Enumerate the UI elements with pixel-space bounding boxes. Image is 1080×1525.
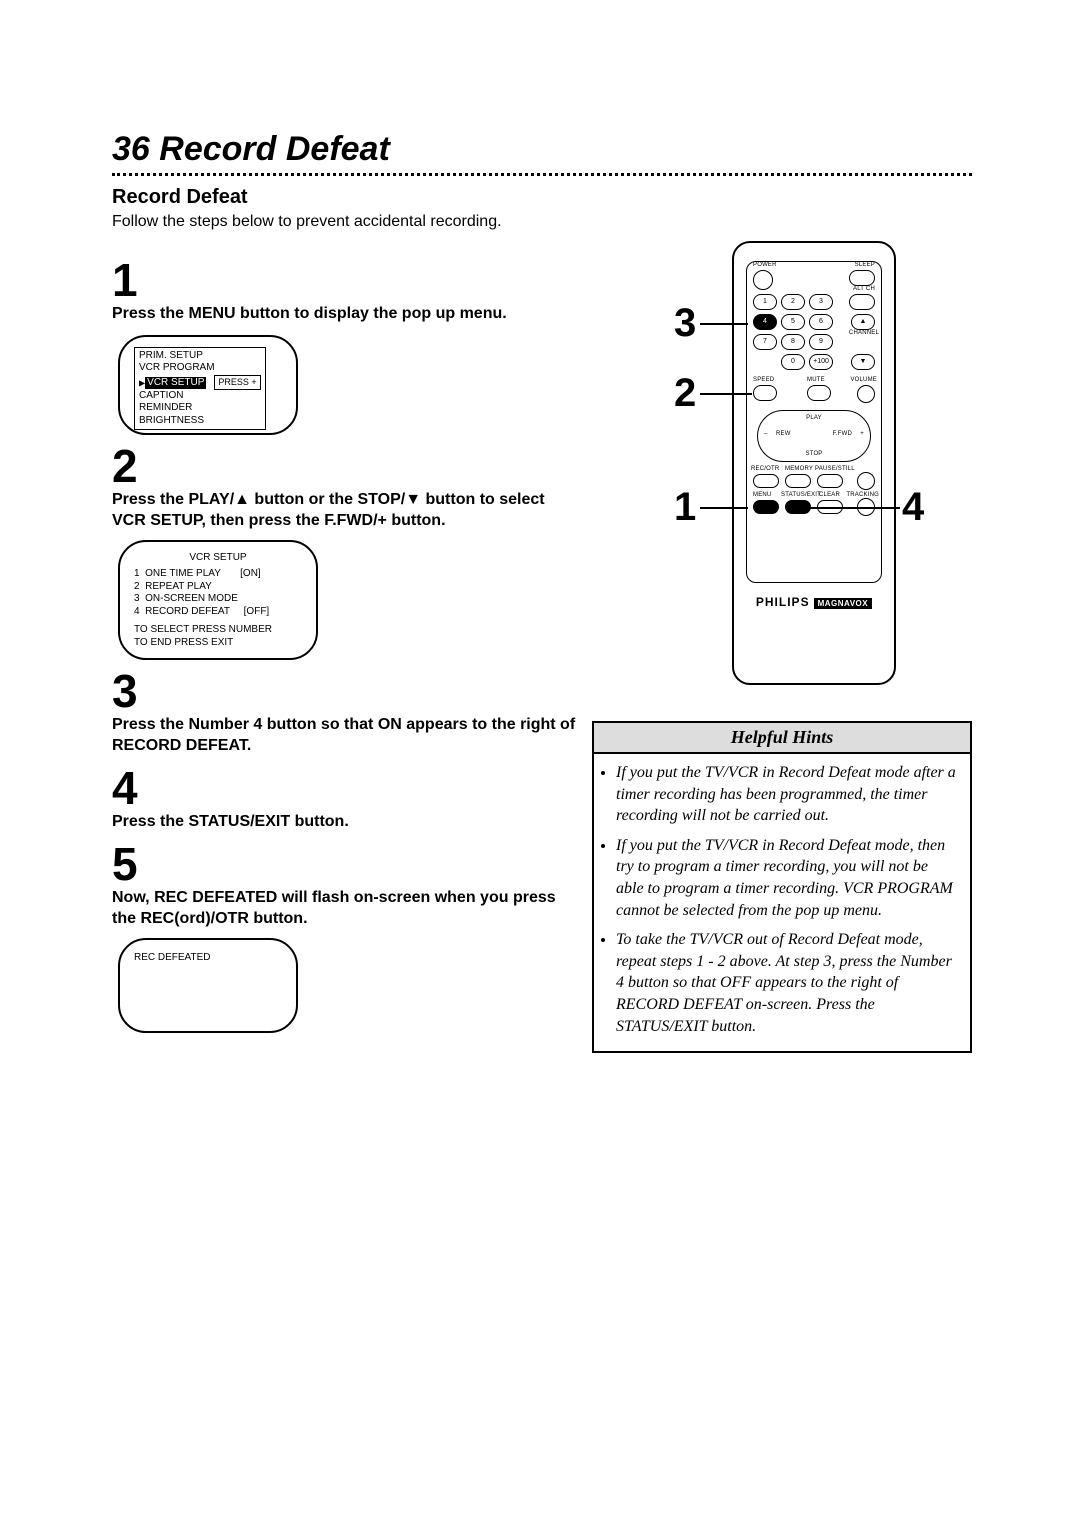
num-7-button[interactable]: 7 <box>753 334 777 350</box>
pausestill-button[interactable] <box>817 474 843 488</box>
sleep-button[interactable] <box>849 270 875 286</box>
num-1-button[interactable]: 1 <box>753 294 777 310</box>
step-5-number: 5 <box>112 841 582 887</box>
channel-up-button[interactable]: ▲ <box>851 314 875 330</box>
menu-item-selected: VCR SETUP <box>145 377 206 390</box>
label-menu: MENU <box>753 492 771 498</box>
mute-button[interactable] <box>807 385 831 401</box>
lead-line <box>700 323 748 325</box>
step-3-number: 3 <box>112 668 582 714</box>
section-heading: Record Defeat <box>112 186 972 209</box>
label-stop: STOP <box>805 451 822 457</box>
step-2-number: 2 <box>112 443 582 489</box>
tv2-row: 3 ON-SCREEN MODE <box>134 593 302 606</box>
num-8-button[interactable]: 8 <box>781 334 805 350</box>
label-power: POWER <box>753 262 777 268</box>
tv2-footer: TO END PRESS EXIT <box>134 637 302 650</box>
memory-button[interactable] <box>785 474 811 488</box>
label-ffwd: F.FWD <box>833 431 852 437</box>
remote-control-illustration: POWER SLEEP ALT CH 1 2 3 4 5 6 ▲ 7 8 9 C… <box>732 241 896 685</box>
page-title: 36 Record Defeat <box>112 130 972 169</box>
num-2-button[interactable]: 2 <box>781 294 805 310</box>
menu-item: VCR PROGRAM <box>139 362 261 375</box>
label-statusexit: STATUS/EXIT <box>781 492 821 498</box>
step-4-number: 4 <box>112 765 582 811</box>
label-memory: MEMORY <box>785 466 813 472</box>
lead-line <box>700 393 752 395</box>
hint-item: If you put the TV/VCR in Record Defeat m… <box>616 835 956 921</box>
label-pausestill: PAUSE/STILL <box>815 466 855 472</box>
step-1-number: 1 <box>112 257 582 303</box>
num-6-button[interactable]: 6 <box>809 314 833 330</box>
menu-item: REMINDER <box>139 402 261 415</box>
hint-item: If you put the TV/VCR in Record Defeat m… <box>616 762 956 827</box>
plus100-button[interactable]: +100 <box>809 354 833 370</box>
callout-2: 2 <box>674 371 696 416</box>
label-sleep: SLEEP <box>855 262 875 268</box>
menu-item: BRIGHTNESS <box>139 415 261 428</box>
recotr-button[interactable] <box>753 474 779 488</box>
label-speed: SPEED <box>753 377 774 383</box>
title-separator <box>112 173 972 176</box>
power-button[interactable] <box>753 270 773 290</box>
tv-screen-rec-defeated: REC DEFEATED <box>118 938 298 1033</box>
label-tracking: TRACKING <box>846 492 879 498</box>
num-4-button[interactable]: 4 <box>753 314 777 330</box>
altch-button[interactable] <box>849 294 875 310</box>
label-plus: + <box>860 431 864 437</box>
menu-item: PRIM. SETUP <box>139 350 261 363</box>
num-5-button[interactable]: 5 <box>781 314 805 330</box>
label-play: PLAY <box>806 415 822 421</box>
label-reset: CLEAR <box>819 492 840 498</box>
step-2-text: Press the PLAY/▲ button or the STOP/▼ bu… <box>112 489 582 532</box>
label-recotr: REC/OTR <box>751 466 779 472</box>
brand-magnavox: MAGNAVOX <box>814 598 873 609</box>
remote-brand: PHILIPS MAGNAVOX <box>734 595 894 609</box>
tv-screen-vcr-setup: VCR SETUP 1 ONE TIME PLAY [ON] 2 REPEAT … <box>118 540 318 660</box>
num-9-button[interactable]: 9 <box>809 334 833 350</box>
step-3-text: Press the Number 4 button so that ON app… <box>112 714 582 757</box>
num-3-button[interactable]: 3 <box>809 294 833 310</box>
label-channel: CHANNEL <box>849 330 879 336</box>
label-rew: REW <box>776 431 791 437</box>
label-altch: ALT CH <box>853 286 875 292</box>
callout-1: 1 <box>674 485 696 530</box>
brand-philips: PHILIPS <box>756 595 810 609</box>
menu-item: CAPTION <box>139 390 261 403</box>
speed-button[interactable] <box>753 385 777 401</box>
tv-screen-menu: PRIM. SETUP VCR PROGRAM ▶VCR SETUPPRESS … <box>118 335 298 435</box>
tv2-row: 4 RECORD DEFEAT [OFF] <box>134 606 302 619</box>
press-plus-box: PRESS + <box>214 375 260 390</box>
num-0-button[interactable]: 0 <box>781 354 805 370</box>
step-1-text: Press the MENU button to display the pop… <box>112 303 582 325</box>
tv2-row: 2 REPEAT PLAY <box>134 581 302 594</box>
hints-title: Helpful Hints <box>594 723 970 754</box>
callout-3: 3 <box>674 301 696 346</box>
tv3-line: REC DEFEATED <box>134 952 282 965</box>
callout-4: 4 <box>902 485 924 530</box>
tv2-footer: TO SELECT PRESS NUMBER <box>134 624 302 637</box>
hint-item: To take the TV/VCR out of Record Defeat … <box>616 929 956 1037</box>
label-mute: MUTE <box>807 377 825 383</box>
label-minus: – <box>764 431 768 437</box>
channel-down-button[interactable]: ▼ <box>851 354 875 370</box>
helpful-hints-box: Helpful Hints If you put the TV/VCR in R… <box>592 721 972 1053</box>
intro-text: Follow the steps below to prevent accide… <box>112 213 972 231</box>
menu-button[interactable] <box>753 500 779 514</box>
lead-line <box>700 507 748 509</box>
step-4-text: Press the STATUS/EXIT button. <box>112 811 582 833</box>
tv2-row: 1 ONE TIME PLAY [ON] <box>134 568 302 581</box>
lead-line <box>806 507 900 509</box>
step-5-text: Now, REC DEFEATED will flash on-screen w… <box>112 887 582 930</box>
label-volume: VOLUME <box>850 377 877 383</box>
tracking-up-button[interactable] <box>857 472 875 490</box>
tv2-title: VCR SETUP <box>134 552 302 565</box>
volume-button[interactable] <box>857 385 875 403</box>
